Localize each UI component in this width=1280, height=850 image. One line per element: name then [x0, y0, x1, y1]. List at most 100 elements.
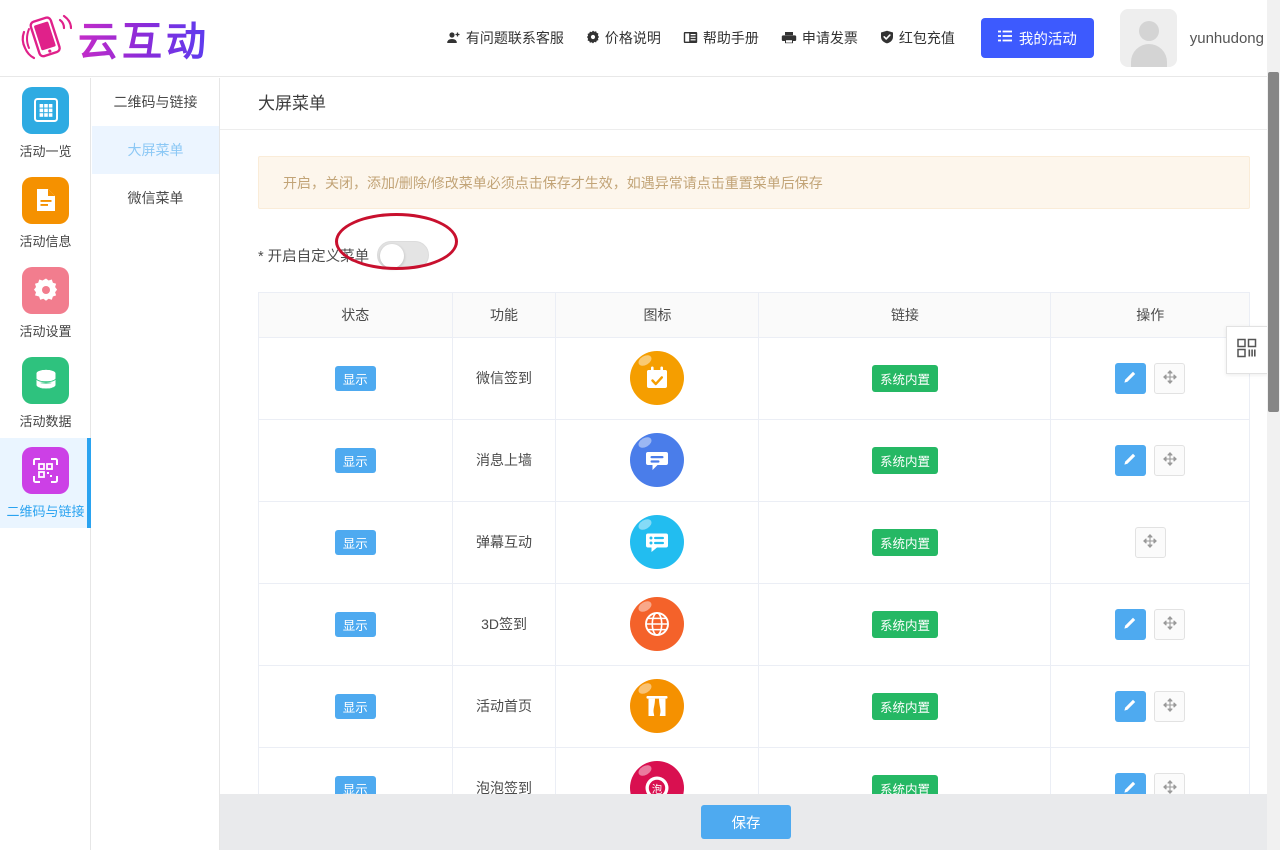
user-avatar-icon[interactable] — [1119, 9, 1177, 67]
nav-label: 申请发票 — [801, 30, 858, 46]
sidebar-item-activity-info[interactable]: 活动信息 — [0, 168, 91, 258]
column-header-icon: 图标 — [555, 293, 760, 338]
cell-icon — [555, 419, 760, 502]
pencil-icon — [1123, 615, 1138, 633]
pencil-icon — [1123, 451, 1138, 469]
primary-sidebar: 活动一览 活动信息 活动设置 活动数据 二维码与链接 — [0, 78, 91, 850]
user-add-icon — [446, 31, 461, 46]
move-handle[interactable] — [1154, 690, 1186, 722]
nav-label: 红包充值 — [898, 30, 955, 46]
switch-knob — [380, 244, 405, 268]
move-arrows-icon — [1162, 369, 1177, 387]
avatar-body — [1130, 44, 1167, 67]
page-scrollbar-thumb[interactable] — [1268, 72, 1279, 412]
submenu-item-wechat-menu[interactable]: 微信菜单 — [92, 174, 219, 222]
my-activity-button[interactable]: 我的活动 — [980, 18, 1094, 58]
cell-link: 系统内置 — [758, 583, 1052, 666]
alert-text: 开启，关闭，添加/删除/修改菜单必须点击保存才生效，如遇异常请点击重置菜单后保存 — [283, 174, 823, 191]
my-activity-label: 我的活动 — [1018, 31, 1077, 48]
move-handle[interactable] — [1154, 608, 1186, 640]
sidebar-item-activity-list[interactable]: 活动一览 — [0, 78, 91, 168]
calendar-check-icon — [630, 351, 685, 405]
cell-status: 显示 — [259, 337, 453, 420]
page-scrollbar-track[interactable] — [1267, 0, 1280, 850]
cell-action — [1050, 419, 1249, 502]
action-button-group — [1115, 608, 1186, 640]
move-handle[interactable] — [1154, 444, 1186, 476]
action-button-group — [1115, 690, 1186, 722]
builtin-badge: 系统内置 — [871, 610, 938, 638]
cell-link: 系统内置 — [758, 419, 1052, 502]
move-handle[interactable] — [1154, 362, 1186, 394]
enable-custom-menu-switch[interactable] — [377, 241, 430, 269]
sidebar-item-activity-data[interactable]: 活动数据 — [0, 348, 91, 438]
database-icon — [22, 356, 69, 404]
nav-contact-support[interactable]: 有问题联系客服 — [446, 28, 564, 48]
username-label: yunhudong — [1189, 29, 1264, 47]
table-row: 显示 弹幕互动 系统内置 — [259, 501, 1249, 584]
shield-check-icon — [880, 30, 894, 46]
cell-status: 显示 — [259, 501, 453, 584]
nav-help-manual[interactable]: 帮助手册 — [683, 28, 759, 48]
save-button[interactable]: 保存 — [701, 805, 791, 839]
top-navigation: 有问题联系客服 价格说明 帮助手册 申请发票 红包充值 — [446, 28, 955, 48]
move-arrows-icon — [1162, 615, 1177, 633]
column-header-link: 链接 — [758, 293, 1052, 338]
nav-request-invoice[interactable]: 申请发票 — [781, 28, 858, 48]
action-button-group — [1115, 362, 1186, 394]
column-header-feature: 功能 — [452, 293, 557, 338]
secondary-sidebar: 二维码与链接 大屏菜单 微信菜单 — [92, 78, 220, 850]
move-handle[interactable] — [1134, 526, 1166, 558]
nav-pricing[interactable]: 价格说明 — [586, 28, 661, 48]
sidebar-item-activity-settings[interactable]: 活动设置 — [0, 258, 91, 348]
submenu-label: 大屏菜单 — [127, 142, 184, 158]
action-button-group — [1115, 444, 1186, 476]
gear-icon — [22, 266, 69, 314]
status-badge[interactable]: 显示 — [334, 529, 376, 555]
globe-icon — [630, 597, 685, 651]
cell-status: 显示 — [259, 583, 453, 666]
builtin-badge: 系统内置 — [871, 364, 938, 392]
nav-redpacket-topup[interactable]: 红包充值 — [880, 28, 955, 48]
move-arrows-icon — [1143, 533, 1157, 551]
brand-logo[interactable]: 云互动 — [0, 9, 422, 67]
cell-icon — [555, 583, 760, 666]
cell-icon — [555, 665, 760, 748]
table-row: 显示 消息上墙 系统内置 — [259, 419, 1249, 502]
edit-button[interactable] — [1115, 362, 1147, 394]
floating-qrcode-widget[interactable] — [1226, 326, 1268, 374]
book-icon — [683, 31, 698, 46]
table-header-row: 状态 功能 图标 链接 操作 — [259, 293, 1249, 338]
sidebar-item-label: 活动数据 — [19, 413, 72, 429]
custom-menu-toggle-row: * 开启自定义菜单 — [220, 213, 1272, 278]
builtin-badge: 系统内置 — [871, 692, 938, 720]
pencil-icon — [1123, 369, 1138, 387]
bigscreen-menu-table: 状态 功能 图标 链接 操作 显示 微信签到 系统内置 显示 消息上墙 系统内置 显示 弹幕互… — [259, 293, 1249, 830]
cell-feature: 3D签到 — [452, 583, 557, 666]
submenu-item-bigscreen-menu[interactable]: 大屏菜单 — [92, 126, 219, 174]
edit-button[interactable] — [1115, 444, 1147, 476]
status-badge[interactable]: 显示 — [334, 611, 376, 637]
grid-icon — [22, 86, 69, 134]
table-row: 显示 微信签到 系统内置 — [259, 337, 1249, 420]
qrcode-icon — [22, 446, 69, 494]
cell-action — [1050, 501, 1249, 584]
main-content: 大屏菜单 开启，关闭，添加/删除/修改菜单必须点击保存才生效，如遇异常请点击重置… — [220, 78, 1272, 850]
builtin-badge: 系统内置 — [871, 446, 938, 474]
sidebar-item-label: 活动一览 — [19, 143, 72, 159]
submenu-item-qrcode-links[interactable]: 二维码与链接 — [92, 78, 219, 126]
cell-feature: 消息上墙 — [452, 419, 557, 502]
gear-icon — [586, 30, 600, 46]
cell-feature: 活动首页 — [452, 665, 557, 748]
table-row: 显示 活动首页 系统内置 — [259, 665, 1249, 748]
sidebar-item-label: 活动信息 — [19, 233, 72, 249]
edit-button[interactable] — [1115, 690, 1147, 722]
status-badge[interactable]: 显示 — [334, 447, 376, 473]
cell-feature: 弹幕互动 — [452, 501, 557, 584]
status-badge[interactable]: 显示 — [334, 693, 376, 719]
table-body: 显示 微信签到 系统内置 显示 消息上墙 系统内置 显示 弹幕互动 系统内置 显示 3D签到 系统内置… — [259, 337, 1249, 830]
status-badge[interactable]: 显示 — [334, 365, 376, 391]
edit-button[interactable] — [1115, 608, 1147, 640]
sidebar-item-label: 二维码与链接 — [6, 503, 85, 519]
sidebar-item-qrcode-links[interactable]: 二维码与链接 — [0, 438, 91, 528]
